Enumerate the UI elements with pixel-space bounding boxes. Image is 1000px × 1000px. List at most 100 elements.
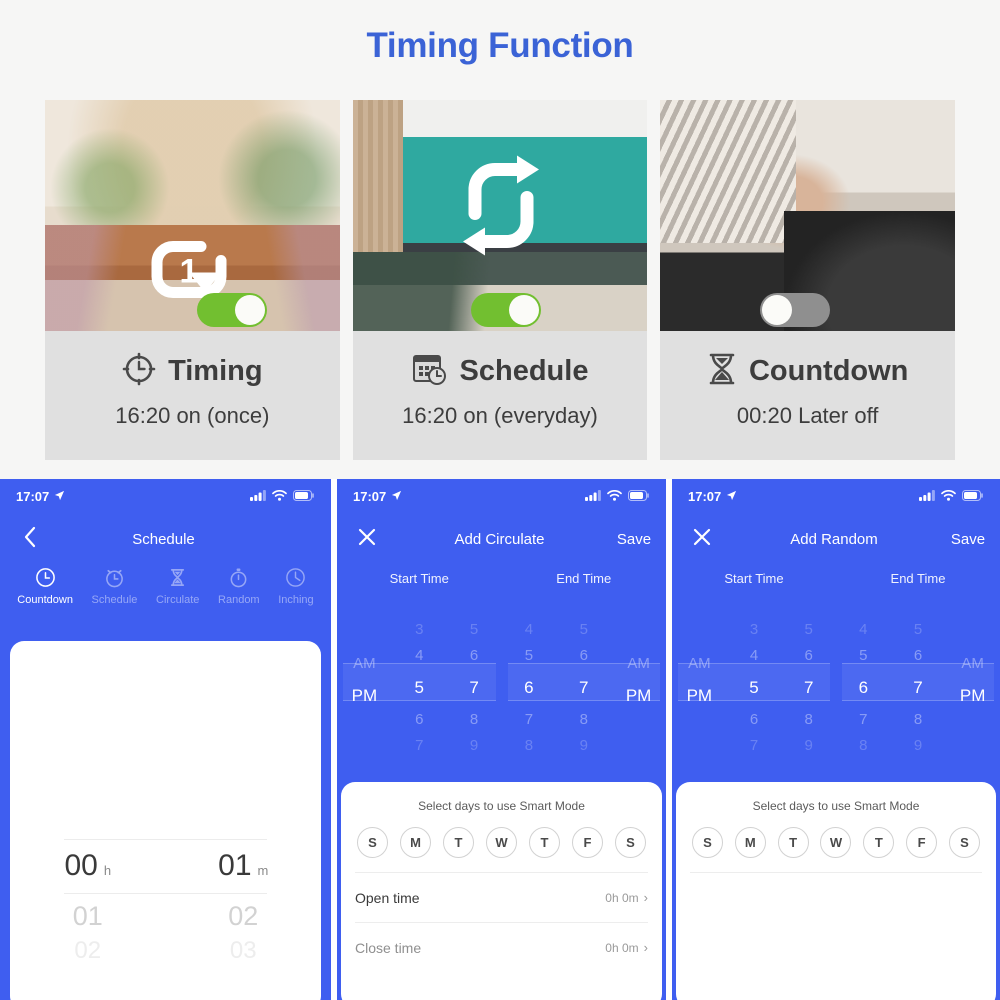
day-chip-wednesday[interactable]: W (486, 827, 517, 858)
open-time-value: 0h 0m (605, 890, 639, 905)
hour-above1: 4 (415, 647, 424, 664)
close-icon (357, 527, 377, 552)
hour-next-value: 01 (72, 901, 103, 931)
tab-schedule[interactable]: Schedule (91, 567, 138, 606)
day-chip-wednesday[interactable]: W (820, 827, 852, 858)
start-hour-column[interactable]: 3 4 5 6 7 (392, 599, 447, 759)
minute-above1: 6 (579, 647, 588, 664)
close-time-row[interactable]: Close time 0h 0m › (355, 923, 648, 972)
minute-next2-value: 03 (229, 937, 257, 964)
open-time-value-wrap: 0h 0m › (605, 890, 648, 905)
start-time-label: Start Time (389, 571, 449, 586)
countdown-picker[interactable]: 00 h 01 m 01 02 02 03 (10, 839, 321, 979)
divider (690, 872, 982, 873)
tab-label: Schedule (91, 594, 138, 606)
day-chip-friday[interactable]: F (572, 827, 603, 858)
day-chip-thursday[interactable]: T (863, 827, 895, 858)
nav-bar: Add Circulate Save (337, 521, 666, 557)
tab-circulate[interactable]: Circulate (156, 567, 199, 606)
nav-bar: Schedule (0, 521, 331, 557)
calendar-clock-icon (412, 352, 448, 391)
start-minute-column[interactable]: 5 6 7 8 9 (781, 599, 836, 759)
minute-below2: 9 (469, 737, 479, 754)
close-icon (692, 527, 712, 552)
tab-inching[interactable]: Inching (278, 567, 314, 606)
end-hour-column[interactable]: 4 5 6 7 8 (836, 599, 891, 759)
day-chip-saturday[interactable]: S (615, 827, 646, 858)
tab-label: Random (218, 594, 260, 606)
close-button[interactable] (672, 527, 732, 552)
day-chip-tuesday[interactable]: T (443, 827, 474, 858)
chevron-right-icon: › (643, 940, 648, 955)
day-chip-saturday[interactable]: S (948, 827, 980, 858)
hourglass-icon (707, 352, 737, 391)
back-button[interactable] (0, 526, 60, 553)
tab-random[interactable]: Random (218, 567, 260, 606)
status-bar: 17:07 (337, 479, 666, 513)
battery-icon (962, 489, 984, 504)
meridiem-above: AM (627, 655, 650, 672)
start-hour-column[interactable]: 3 4 5 6 7 (727, 599, 782, 759)
card-subtitle: 16:20 on (everyday) (402, 403, 598, 428)
toggle-knob (235, 295, 265, 325)
power-toggle[interactable] (197, 293, 267, 327)
power-toggle[interactable] (760, 293, 831, 327)
day-chip-monday[interactable]: M (400, 827, 431, 858)
power-toggle[interactable] (470, 293, 541, 327)
end-meridiem-column[interactable]: AM PM (945, 599, 1000, 759)
nav-title: Add Random (790, 530, 878, 548)
day-chip-monday[interactable]: M (734, 827, 766, 858)
minute-above2: 5 (579, 621, 588, 638)
hour-next2-value: 02 (74, 937, 102, 964)
nav-bar: Add Random Save (672, 521, 1000, 557)
minute-selected[interactable]: 01 m (166, 849, 322, 883)
end-hour-column[interactable]: 4 5 6 7 8 (502, 599, 557, 759)
day-chip-sunday[interactable]: S (692, 827, 723, 858)
end-minute-column[interactable]: 5 6 7 8 9 (891, 599, 946, 759)
tab-label: Inching (278, 594, 314, 606)
hour-above2: 4 (859, 621, 868, 638)
status-time: 17:07 (353, 488, 387, 504)
hour-value: 00 (64, 849, 98, 882)
minute-above2: 5 (804, 621, 813, 638)
day-chip-sunday[interactable]: S (357, 827, 388, 858)
day-chip-thursday[interactable]: T (529, 827, 560, 858)
end-minute-column[interactable]: 5 6 7 8 9 (556, 599, 611, 759)
minute-below1: 8 (913, 711, 923, 728)
close-time-label: Close time (355, 939, 422, 956)
repeat-loop-icon (447, 152, 555, 265)
meridiem-above: AM (688, 655, 711, 672)
start-time-picker[interactable]: AM PM 3 4 5 6 7 5 6 7 8 9 (672, 599, 836, 759)
hour-selected[interactable]: 00 h (10, 849, 166, 883)
meridiem-selected: PM (959, 686, 986, 705)
save-button[interactable]: Save (936, 531, 1000, 548)
minute-below2: 9 (804, 737, 813, 754)
start-meridiem-column[interactable]: AM PM (672, 599, 727, 759)
end-time-picker[interactable]: 4 5 6 7 8 5 6 7 8 9 AM PM (836, 599, 1000, 759)
start-time-picker[interactable]: AM PM 3 4 5 6 7 5 6 7 8 9 (337, 599, 502, 759)
start-minute-column[interactable]: 5 6 7 8 9 (447, 599, 502, 759)
hour-below2: 8 (859, 737, 868, 754)
hour-selected: 5 (749, 678, 759, 697)
card-label: Timing (168, 354, 263, 387)
end-meridiem-column[interactable]: AM PM (611, 599, 666, 759)
start-meridiem-column[interactable]: AM PM (337, 599, 392, 759)
tab-countdown[interactable]: Countdown (17, 567, 73, 606)
phone-screen-add-circulate: 17:07 Add Circulate Save Start Time End … (337, 479, 666, 1000)
save-button[interactable]: Save (602, 531, 666, 548)
nav-title: Add Circulate (454, 530, 545, 548)
nav-title: Schedule (132, 530, 195, 548)
minute-below1: 8 (579, 711, 588, 728)
meridiem-selected: PM (625, 686, 652, 705)
day-chip-friday[interactable]: F (906, 827, 938, 858)
end-time-picker[interactable]: 4 5 6 7 8 5 6 7 8 9 AM PM (502, 599, 667, 759)
minute-above1: 6 (804, 647, 813, 664)
minute-selected: 7 (579, 678, 589, 697)
minute-above2: 5 (913, 621, 923, 638)
open-time-row[interactable]: Open time 0h 0m › (355, 873, 648, 922)
phone-screen-schedule: 17:07 Schedule Countdown Schedule Circul… (0, 479, 331, 1000)
phone-screenshot-row: 17:07 Schedule Countdown Schedule Circul… (0, 479, 1000, 1000)
day-chip-tuesday[interactable]: T (777, 827, 809, 858)
hour-selected: 6 (858, 678, 869, 697)
close-button[interactable] (337, 527, 397, 552)
